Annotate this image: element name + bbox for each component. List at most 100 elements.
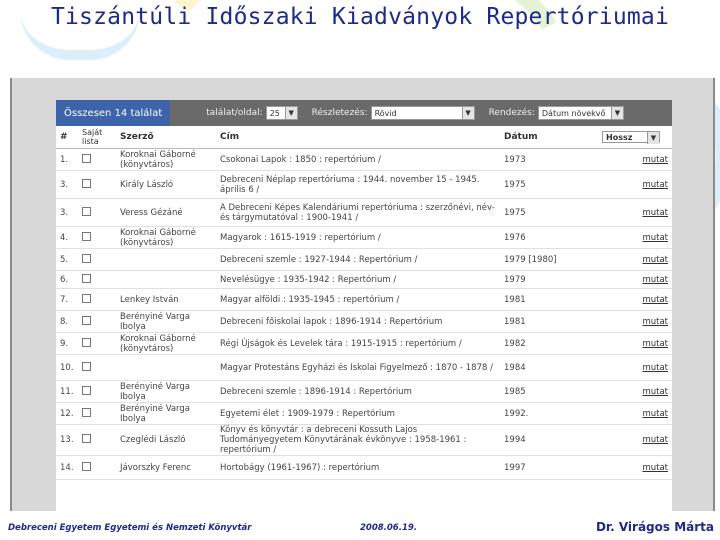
slide-footer: Debreceni Egyetem Egyetemi és Nemzeti Kö… (0, 519, 720, 539)
show-record-link[interactable]: mutat (642, 463, 668, 473)
row-number: 12. (56, 402, 78, 425)
row-author: Koroknai Gáborné (könyvtáros) (116, 226, 216, 249)
row-title: Debreceni Néplap repertóriuma : 1944. no… (216, 170, 500, 199)
own-list-checkbox[interactable] (82, 153, 91, 163)
table-row: 13. Czeglédi László Könyv és könyvtár : a … (56, 424, 672, 456)
row-more-cell: mutat (598, 248, 672, 271)
table-row: 10. Magyar Protestáns Egyházi és Iskolai … (56, 354, 672, 381)
detail-select[interactable]: Rövid ▼ (370, 106, 475, 120)
own-list-checkbox[interactable] (82, 231, 91, 241)
table-row: 7. Lenkey István Magyar alföldi : 1935-194… (56, 288, 672, 311)
table-row: 6. Nevelésügye : 1935-1942 : Repertórium … (56, 270, 672, 289)
row-date: 1981 (500, 288, 598, 311)
show-record-link[interactable]: mutat (642, 295, 668, 305)
row-date: 1979 (500, 270, 598, 289)
row-date: 1976 (500, 226, 598, 249)
results-body: 1. Koroknai Gáborné (könyvtáros) Csokonai … (56, 148, 672, 480)
row-number: 7. (56, 288, 78, 311)
own-list-checkbox[interactable] (82, 206, 91, 216)
col-header-own-list: Saját lista (78, 126, 116, 149)
row-author: Lenkey István (116, 288, 216, 311)
row-more-cell: mutat (598, 288, 672, 311)
show-record-link[interactable]: mutat (642, 208, 668, 218)
row-title: Könyv és könyvtár : a debreceni Kossuth … (216, 424, 500, 456)
table-row: 3. Király László Debreceni Néplap repertór… (56, 170, 672, 199)
row-number: 5. (56, 248, 78, 271)
row-title: Csokonai Lapok : 1850 : repertórium / (216, 148, 500, 171)
show-record-link[interactable]: mutat (642, 339, 668, 349)
row-more-cell: mutat (598, 226, 672, 249)
table-row: 4. Koroknai Gáborné (könyvtáros) Magyarok … (56, 226, 672, 249)
show-record-link[interactable]: mutat (642, 387, 668, 397)
row-title: Debreceni szemle : 1896-1914 : Repertóri… (216, 380, 500, 403)
row-title: Hortobágy (1961-1967) : repertórium (216, 455, 500, 480)
row-date: 1981 (500, 310, 598, 333)
show-record-link[interactable]: mutat (642, 180, 668, 190)
row-title: Magyar Protestáns Egyházi és Iskolai Fig… (216, 354, 500, 381)
row-author (116, 270, 216, 289)
row-date: 1984 (500, 354, 598, 381)
per-page-select[interactable]: 25 ▼ (265, 106, 298, 120)
own-list-cell (78, 380, 116, 403)
own-list-cell (78, 332, 116, 355)
own-list-cell (78, 310, 116, 333)
own-list-checkbox[interactable] (82, 361, 91, 371)
col-header-title: Cím (216, 126, 500, 149)
own-list-checkbox[interactable] (82, 434, 91, 443)
per-page-label: találat/oldal: (206, 108, 263, 118)
table-row: 14. Jávorszky Ferenc Hortobágy (1961-1967)… (56, 455, 672, 480)
row-number: 9. (56, 332, 78, 355)
row-date: 1992. (500, 402, 598, 425)
row-title: Magyarok : 1615-1919 : repertórium / (216, 226, 500, 249)
chevron-down-icon: ▼ (284, 107, 297, 119)
order-select[interactable]: Dátum növekvő ▼ (537, 106, 624, 120)
row-date: 1975 (500, 170, 598, 199)
show-record-link[interactable]: mutat (642, 155, 668, 165)
col-header-sort: Hossz ▼ (598, 126, 672, 149)
own-list-checkbox[interactable] (82, 461, 91, 471)
order-control: Rendezés: Dátum növekvő ▼ (489, 106, 624, 120)
row-more-cell: mutat (598, 198, 672, 227)
own-list-checkbox[interactable] (82, 337, 91, 347)
own-list-cell (78, 402, 116, 425)
results-total-tab[interactable]: Összesen 14 találat (56, 100, 171, 126)
own-list-checkbox[interactable] (82, 315, 91, 325)
show-record-link[interactable]: mutat (642, 363, 668, 373)
show-record-link[interactable]: mutat (642, 233, 668, 243)
row-more-cell: mutat (598, 354, 672, 381)
row-author: Czeglédi László (116, 424, 216, 456)
row-author: Berényiné Varga Ibolya (116, 310, 216, 333)
row-number: 1. (56, 148, 78, 171)
own-list-checkbox[interactable] (82, 253, 91, 263)
detail-value: Rövid (374, 108, 397, 118)
own-list-checkbox[interactable] (82, 293, 91, 303)
show-record-link[interactable]: mutat (642, 435, 668, 445)
row-number: 4. (56, 226, 78, 249)
show-record-link[interactable]: mutat (642, 275, 668, 285)
row-number: 6. (56, 270, 78, 289)
own-list-checkbox[interactable] (82, 385, 91, 395)
chevron-down-icon: ▼ (461, 107, 474, 119)
row-title: Nevelésügye : 1935-1942 : Repertórium / (216, 270, 500, 289)
row-date: 1982 (500, 332, 598, 355)
per-page-control: találat/oldal: 25 ▼ (206, 106, 298, 120)
row-title: Egyetemi élet : 1909-1979 : Repertórium (216, 402, 500, 425)
row-date: 1975 (500, 198, 598, 227)
row-more-cell: mutat (598, 424, 672, 456)
row-title: A Debreceni Képes Kalendáriumi repertóri… (216, 198, 500, 227)
row-title: Magyar alföldi : 1935-1945 : repertórium… (216, 288, 500, 311)
own-list-checkbox[interactable] (82, 407, 91, 417)
show-record-link[interactable]: mutat (642, 317, 668, 327)
sort-select[interactable]: Hossz ▼ (602, 131, 660, 144)
show-record-link[interactable]: mutat (642, 409, 668, 419)
own-list-checkbox[interactable] (82, 273, 91, 283)
per-page-value: 25 (269, 108, 280, 118)
own-list-cell (78, 455, 116, 480)
row-more-cell: mutat (598, 455, 672, 480)
col-header-num: # (56, 126, 78, 149)
own-list-checkbox[interactable] (82, 178, 91, 188)
show-record-link[interactable]: mutat (642, 255, 668, 265)
row-author (116, 248, 216, 271)
row-more-cell: mutat (598, 170, 672, 199)
row-date: 1985 (500, 380, 598, 403)
